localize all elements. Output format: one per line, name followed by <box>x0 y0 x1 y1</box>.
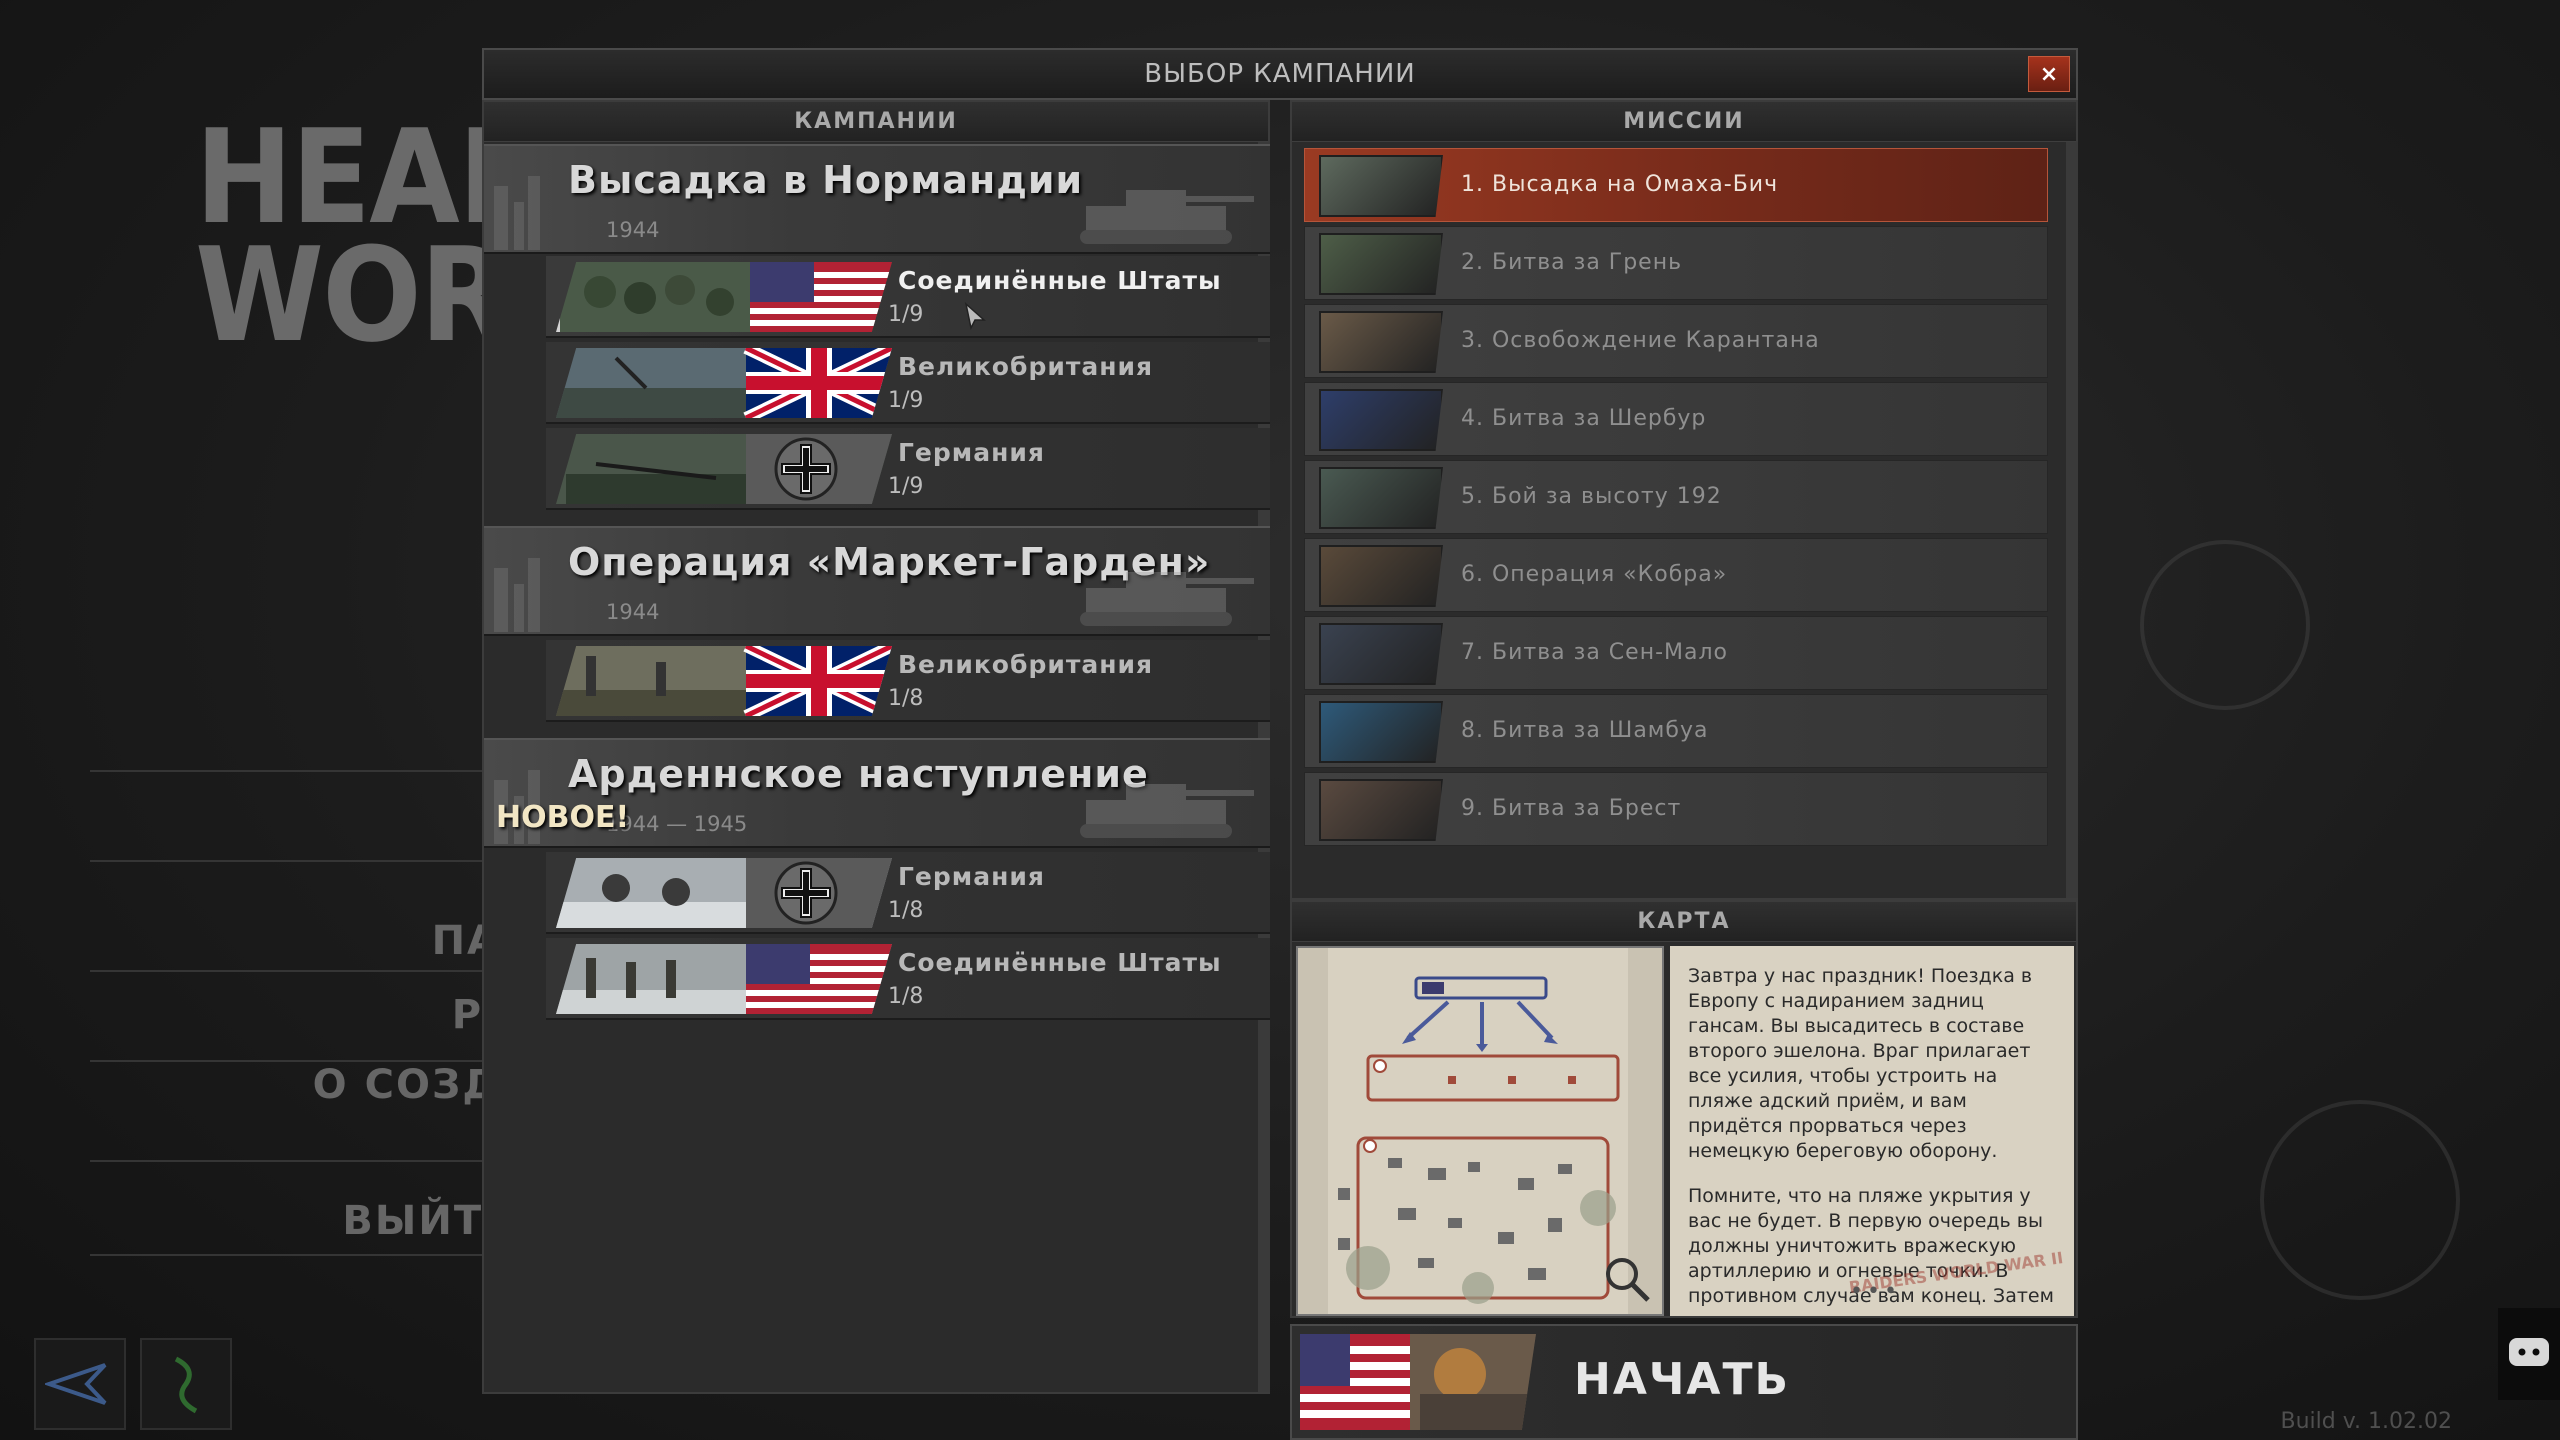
mission-label: 3. Освобождение Карантана <box>1461 328 1820 353</box>
mission-thumbnail <box>1319 779 1443 841</box>
briefing-paragraph: Завтра у нас праздник! Поездка в Европу … <box>1688 965 2033 1162</box>
mission-item[interactable]: 6. Операция «Кобра» <box>1304 538 2048 612</box>
missions-header: МИССИИ <box>1292 102 2076 142</box>
campaign-market-garden[interactable]: Операция «Маркет-Гарден» 1944 <box>484 526 1270 636</box>
mission-label: 5. Бой за высоту 192 <box>1461 484 1722 509</box>
tank-icon <box>1080 572 1254 626</box>
mission-item[interactable]: 1. Высадка на Омаха-Бич <box>1304 148 2048 222</box>
mission-label: 7. Битва за Сен-Мало <box>1461 640 1729 665</box>
ruin-icon <box>494 176 540 250</box>
mission-item[interactable]: 5. Бой за высоту 192 <box>1304 460 2048 534</box>
missions-scrollbar[interactable] <box>2066 142 2078 898</box>
mission-item[interactable]: 7. Битва за Сен-Мало <box>1304 616 2048 690</box>
tank-icon <box>1080 784 1254 838</box>
briefing-more-button[interactable]: ••• <box>1850 1279 1901 1304</box>
faction-progress: 1/9 <box>888 302 924 327</box>
map-header: КАРТА <box>1292 902 2076 942</box>
faction-name: Великобритания <box>898 650 1154 679</box>
faction-germany-normandy[interactable]: Германия 1/9 <box>546 428 1270 510</box>
campaign-select-dialog: ВЫБОР КАМПАНИИ × КАМПАНИИ Высадка в Норм… <box>482 48 2078 1440</box>
start-button[interactable]: НАЧАТЬ <box>1290 1324 2078 1440</box>
dialog-title: ВЫБОР КАМПАНИИ <box>1144 59 1416 89</box>
campaign-year: 1944 <box>606 600 660 624</box>
divider <box>90 1254 490 1256</box>
mission-label: 8. Битва за Шамбуа <box>1461 718 1709 743</box>
faction-uk-normandy[interactable]: Великобритания 1/9 <box>546 342 1270 424</box>
menu-item-play[interactable]: ПА <box>60 918 500 964</box>
divider <box>90 1160 490 1162</box>
divider <box>90 770 490 772</box>
mission-item[interactable]: 8. Битва за Шамбуа <box>1304 694 2048 768</box>
dialog-titlebar: ВЫБОР КАМПАНИИ × <box>482 48 2078 100</box>
mission-label: 4. Битва за Шербур <box>1461 406 1707 431</box>
divider <box>90 860 490 862</box>
mission-item[interactable]: 9. Битва за Брест <box>1304 772 2048 846</box>
mission-thumbnail <box>1319 389 1443 451</box>
mission-thumbnail <box>1319 623 1443 685</box>
stamp-decoration <box>2260 1100 2460 1300</box>
divider <box>90 970 490 972</box>
menu-item-settings[interactable]: РІ <box>60 992 500 1038</box>
mouse-cursor-icon <box>964 302 986 330</box>
faction-thumbnail <box>556 646 892 716</box>
campaign-ardennes[interactable]: Арденнское наступление 1944 — 1945 НОВОЕ… <box>484 738 1270 848</box>
campaigns-panel: КАМПАНИИ Высадка в Нормандии 1944 Соедин… <box>482 100 1270 1394</box>
campaign-normandy[interactable]: Высадка в Нормандии 1944 <box>484 144 1270 254</box>
mission-label: 1. Высадка на Омаха-Бич <box>1461 172 1779 197</box>
faction-name: Германия <box>898 862 1045 891</box>
faction-progress: 1/9 <box>888 474 924 499</box>
faction-germany-ardennes[interactable]: Германия 1/8 <box>546 852 1270 934</box>
campaign-title: Высадка в Нормандии <box>568 158 1084 202</box>
mission-thumbnail <box>1319 467 1443 529</box>
faction-progress: 1/8 <box>888 898 924 923</box>
faction-name: Германия <box>898 438 1045 467</box>
build-version: Build v. 1.02.02 <box>2280 1409 2453 1434</box>
developer-logo-icon[interactable] <box>140 1338 232 1430</box>
campaign-title: Арденнское наступление <box>568 752 1149 796</box>
publisher-logo-icon[interactable] <box>34 1338 126 1430</box>
mission-label: 6. Операция «Кобра» <box>1461 562 1728 587</box>
start-label: НАЧАТЬ <box>1574 1354 1791 1405</box>
stamp-decoration <box>2140 540 2310 710</box>
start-thumbnail <box>1300 1334 1536 1430</box>
faction-progress: 1/8 <box>888 686 924 711</box>
mission-thumbnail <box>1319 311 1443 373</box>
faction-name: Соединённые Штаты <box>898 266 1222 295</box>
faction-progress: 1/8 <box>888 984 924 1009</box>
faction-usa-ardennes[interactable]: Соединённые Штаты 1/8 <box>546 938 1270 1020</box>
mission-thumbnail <box>1319 233 1443 295</box>
faction-thumbnail <box>556 434 892 504</box>
menu-item-credits[interactable]: О СОЗД <box>60 1062 500 1108</box>
faction-thumbnail <box>556 348 892 418</box>
menu-item-exit[interactable]: ВЫЙТІ <box>60 1198 500 1244</box>
mission-item[interactable]: 4. Битва за Шербур <box>1304 382 2048 456</box>
faction-thumbnail <box>556 858 892 928</box>
map-panel: КАРТА Завтра у нас праздник! Поездка в Е… <box>1290 900 2078 1318</box>
new-badge: НОВОЕ! <box>496 800 630 835</box>
faction-uk-market-garden[interactable]: Великобритания 1/8 <box>546 640 1270 722</box>
faction-name: Соединённые Штаты <box>898 948 1222 977</box>
campaigns-header: КАМПАНИИ <box>484 102 1268 142</box>
discord-icon[interactable] <box>2498 1308 2560 1400</box>
faction-progress: 1/9 <box>888 388 924 413</box>
mission-label: 2. Битва за Грень <box>1461 250 1683 275</box>
mission-thumbnail <box>1319 155 1443 217</box>
missions-panel: МИССИИ 1. Высадка на Омаха-Бич 2. Битва з… <box>1290 100 2078 900</box>
mission-briefing: Завтра у нас праздник! Поездка в Европу … <box>1670 946 2074 1316</box>
mission-item[interactable]: 3. Освобождение Карантана <box>1304 304 2048 378</box>
faction-thumbnail <box>556 944 892 1014</box>
ruin-icon <box>494 558 540 632</box>
campaign-year: 1944 <box>606 218 660 242</box>
mission-label: 9. Битва за Брест <box>1461 796 1682 821</box>
close-button[interactable]: × <box>2028 56 2070 92</box>
faction-thumbnail <box>556 262 892 332</box>
mission-thumbnail <box>1319 701 1443 763</box>
faction-usa-normandy[interactable]: Соединённые Штаты 1/9 <box>546 256 1270 338</box>
tank-icon <box>1080 190 1254 244</box>
mission-map[interactable] <box>1296 946 1664 1316</box>
mission-item[interactable]: 2. Битва за Грень <box>1304 226 2048 300</box>
faction-name: Великобритания <box>898 352 1154 381</box>
mission-thumbnail <box>1319 545 1443 607</box>
